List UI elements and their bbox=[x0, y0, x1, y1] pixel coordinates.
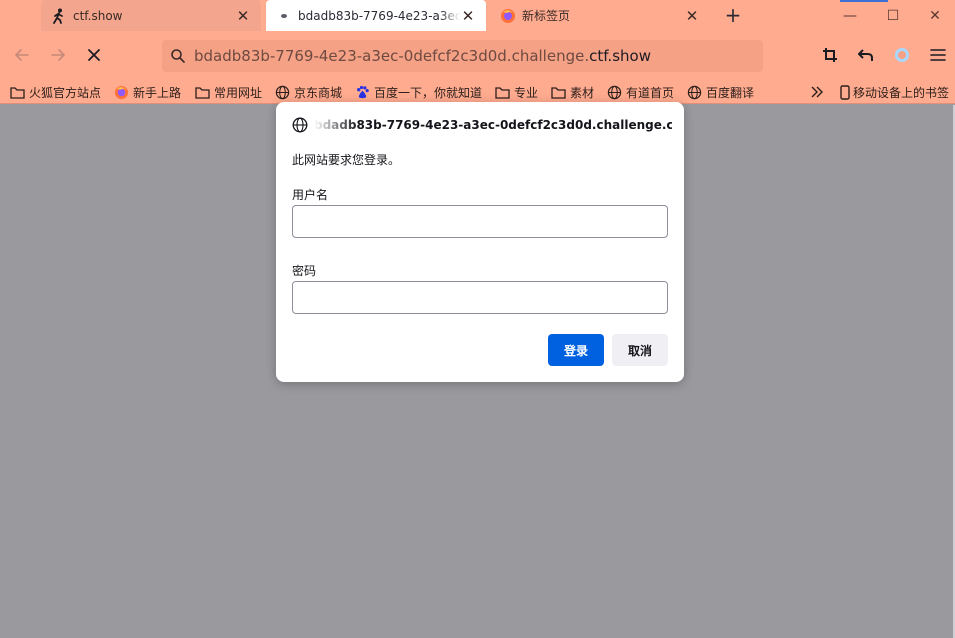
bookmark-label: 素材 bbox=[570, 85, 595, 100]
bookmark-item[interactable]: 有道首页 bbox=[607, 82, 674, 102]
stop-icon bbox=[88, 49, 100, 61]
close-icon[interactable]: ✕ bbox=[460, 7, 476, 25]
bookmark-label: 京东商城 bbox=[294, 85, 343, 100]
crop-icon[interactable] bbox=[819, 44, 841, 66]
firefox-icon bbox=[114, 85, 129, 100]
folder-icon bbox=[551, 85, 566, 100]
globe-icon bbox=[292, 117, 308, 133]
tab-challenge[interactable]: bdadb83b-7769-4e23-a3ec-0defcf2c3d0d ✕ bbox=[266, 0, 486, 31]
password-label: 密码 bbox=[292, 264, 317, 278]
bookmarks-bar: 火狐官方站点 新手上路 常用网址 京东商城 百度一下，你就知道 专业 素材 有道… bbox=[0, 80, 955, 104]
firefox-icon bbox=[500, 8, 516, 24]
username-field[interactable] bbox=[292, 205, 668, 238]
mobile-bookmarks[interactable]: 移动设备上的书签 bbox=[839, 82, 949, 102]
undo-icon[interactable] bbox=[855, 44, 877, 66]
bookmark-label: 火狐官方站点 bbox=[29, 85, 102, 100]
bookmark-item[interactable]: 火狐官方站点 bbox=[10, 82, 101, 102]
bookmark-label: 百度一下，你就知道 bbox=[374, 85, 483, 100]
url-bar[interactable]: bdadb83b-7769-4e23-a3ec-0defcf2c3d0d.cha… bbox=[162, 40, 763, 72]
globe-icon bbox=[687, 85, 702, 100]
back-button[interactable] bbox=[10, 43, 34, 67]
bookmark-label: 新手上路 bbox=[133, 85, 182, 100]
navigation-bar: bdadb83b-7769-4e23-a3ec-0defcf2c3d0d.cha… bbox=[0, 31, 955, 80]
dialog-origin: bdadb83b-7769-4e23-a3ec-0defcf2c3d0d.cha… bbox=[314, 118, 672, 132]
bookmark-label: 常用网址 bbox=[214, 85, 263, 100]
bookmark-item[interactable]: 专业 bbox=[495, 82, 538, 102]
arrow-left-icon bbox=[15, 49, 29, 61]
tab-title: bdadb83b-7769-4e23-a3ec-0defcf2c3d0d bbox=[298, 8, 460, 23]
minimize-icon[interactable]: — bbox=[827, 0, 873, 31]
cancel-button[interactable]: 取消 bbox=[612, 334, 668, 366]
bookmark-item[interactable]: 百度一下，你就知道 bbox=[355, 82, 482, 102]
window-close-icon[interactable]: ✕ bbox=[915, 0, 955, 31]
bookmark-item[interactable]: 新手上路 bbox=[114, 82, 181, 102]
bookmark-item[interactable]: 常用网址 bbox=[195, 82, 262, 102]
tab-title: 新标签页 bbox=[522, 9, 571, 23]
dialog-header: bdadb83b-7769-4e23-a3ec-0defcf2c3d0d.cha… bbox=[292, 116, 672, 134]
baidu-icon bbox=[355, 85, 370, 100]
chevron-double-right-icon bbox=[809, 85, 824, 100]
loading-dot-icon bbox=[276, 8, 292, 24]
globe-icon bbox=[275, 85, 290, 100]
extension-icon[interactable] bbox=[891, 44, 913, 66]
dialog-message: 此网站要求您登录。 bbox=[292, 153, 401, 167]
login-button[interactable]: 登录 bbox=[548, 334, 604, 366]
tab-strip: ctf.show ✕ bdadb83b-7769-4e23-a3ec-0defc… bbox=[0, 0, 955, 31]
forward-button[interactable] bbox=[46, 43, 70, 67]
more-bookmarks-button[interactable] bbox=[809, 82, 828, 102]
bookmark-label: 移动设备上的书签 bbox=[853, 85, 950, 100]
mobile-device-icon bbox=[839, 84, 850, 100]
runner-icon bbox=[51, 8, 67, 24]
tab-ctfshow[interactable]: ctf.show ✕ bbox=[41, 0, 261, 31]
url-text[interactable]: bdadb83b-7769-4e23-a3ec-0defcf2c3d0d.cha… bbox=[194, 47, 651, 65]
bookmark-item[interactable]: 百度翻译 bbox=[687, 82, 754, 102]
url-domain: ctf.show bbox=[589, 47, 651, 65]
bookmark-label: 百度翻译 bbox=[706, 85, 755, 100]
maximize-icon[interactable]: ☐ bbox=[870, 0, 916, 31]
tab-new-tab[interactable]: 新标签页 ✕ bbox=[490, 0, 710, 31]
login-dialog: bdadb83b-7769-4e23-a3ec-0defcf2c3d0d.cha… bbox=[276, 102, 684, 382]
arrow-right-icon bbox=[51, 49, 65, 61]
close-icon[interactable]: ✕ bbox=[684, 7, 700, 25]
bookmark-item[interactable]: 素材 bbox=[551, 82, 594, 102]
bookmark-label: 有道首页 bbox=[626, 85, 675, 100]
folder-icon bbox=[495, 85, 510, 100]
username-label: 用户名 bbox=[292, 188, 329, 202]
menu-icon[interactable] bbox=[927, 44, 949, 66]
stop-button[interactable] bbox=[82, 43, 106, 67]
bookmark-item[interactable]: 京东商城 bbox=[275, 82, 342, 102]
folder-icon bbox=[195, 85, 210, 100]
password-field[interactable] bbox=[292, 281, 668, 314]
close-icon[interactable]: ✕ bbox=[235, 7, 251, 25]
url-subdomain: bdadb83b-7769-4e23-a3ec-0defcf2c3d0d.cha… bbox=[194, 47, 590, 65]
new-tab-button[interactable]: + bbox=[722, 3, 744, 27]
tab-title: ctf.show bbox=[73, 8, 123, 23]
folder-icon bbox=[10, 85, 25, 100]
search-icon bbox=[168, 46, 188, 66]
globe-icon bbox=[607, 85, 622, 100]
bookmark-label: 专业 bbox=[514, 85, 539, 100]
